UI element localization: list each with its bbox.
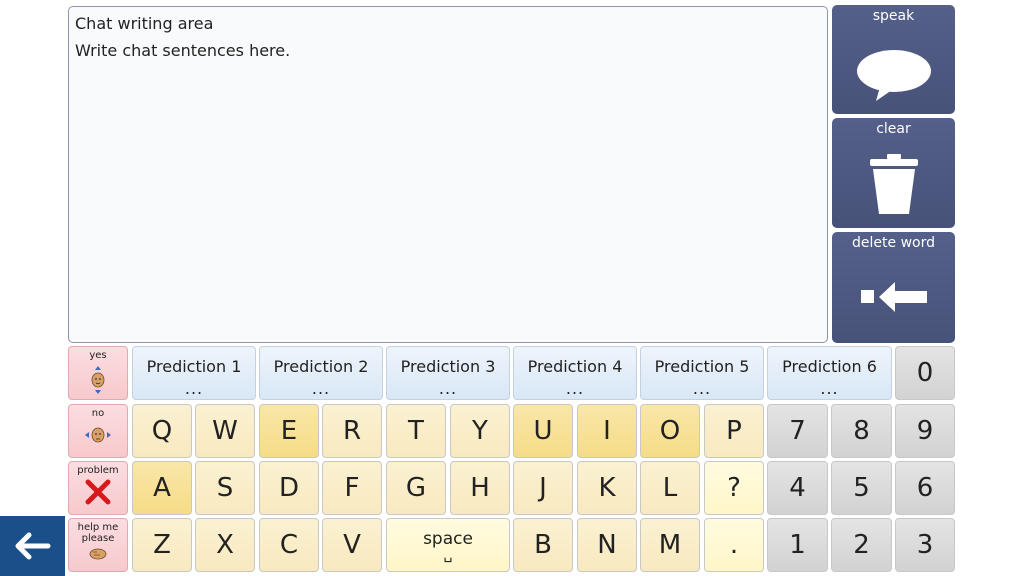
key-p[interactable]: P xyxy=(704,404,764,458)
help-me-please-button[interactable]: help me please xyxy=(68,518,128,572)
yes-button[interactable]: yes xyxy=(68,346,128,400)
clear-label: clear xyxy=(876,121,911,137)
trash-icon xyxy=(832,154,955,216)
prediction-label: Prediction 2 xyxy=(273,356,369,376)
nod-yes-icon xyxy=(91,366,105,394)
prediction-value: ... xyxy=(311,378,331,398)
prediction-label: Prediction 1 xyxy=(146,356,242,376)
chat-writing-area[interactable]: Chat writing area Write chat sentences h… xyxy=(68,6,828,343)
prediction-value: ... xyxy=(184,378,204,398)
speak-label: speak xyxy=(872,8,915,24)
key-b[interactable]: B xyxy=(513,518,573,572)
raised-hand-icon xyxy=(89,548,107,560)
prediction-4[interactable]: Prediction 4 ... xyxy=(513,346,637,400)
key-x[interactable]: X xyxy=(195,518,255,572)
key-2[interactable]: 2 xyxy=(831,518,892,572)
no-label: no xyxy=(91,408,105,419)
key-r[interactable]: R xyxy=(322,404,382,458)
key-f[interactable]: F xyxy=(322,461,382,515)
problem-label: problem xyxy=(77,465,119,476)
key-t[interactable]: T xyxy=(386,404,446,458)
key-m[interactable]: M xyxy=(640,518,700,572)
speak-button[interactable]: speak xyxy=(832,5,955,114)
key-9[interactable]: 9 xyxy=(895,404,955,458)
prediction-value: ... xyxy=(692,378,712,398)
prediction-3[interactable]: Prediction 3 ... xyxy=(386,346,510,400)
key-l[interactable]: L xyxy=(640,461,700,515)
prediction-value: ... xyxy=(820,378,839,398)
problem-button[interactable]: problem xyxy=(68,461,128,515)
key-j[interactable]: J xyxy=(513,461,573,515)
space-symbol-icon: ␣ xyxy=(443,547,453,563)
prediction-label: Prediction 6 xyxy=(782,356,877,376)
prediction-6[interactable]: Prediction 6 ... xyxy=(767,346,892,400)
key-a[interactable]: A xyxy=(132,461,192,515)
key-c[interactable]: C xyxy=(259,518,319,572)
key-4[interactable]: 4 xyxy=(767,461,828,515)
prediction-value: ... xyxy=(565,378,585,398)
arrow-left-icon xyxy=(15,532,50,560)
key-7[interactable]: 7 xyxy=(767,404,828,458)
yes-label: yes xyxy=(89,350,107,361)
red-cross-icon xyxy=(85,479,111,505)
key-5[interactable]: 5 xyxy=(831,461,892,515)
key-n[interactable]: N xyxy=(577,518,637,572)
key-g[interactable]: G xyxy=(386,461,446,515)
key-y[interactable]: Y xyxy=(450,404,510,458)
space-label: space xyxy=(423,529,473,549)
clear-button[interactable]: clear xyxy=(832,118,955,228)
backspace-icon xyxy=(832,280,955,314)
prediction-label: Prediction 4 xyxy=(527,356,623,376)
key-v[interactable]: V xyxy=(322,518,382,572)
chat-placeholder: Write chat sentences here. xyxy=(75,41,291,60)
key-0[interactable]: 0 xyxy=(895,346,955,400)
no-button[interactable]: no xyxy=(68,404,128,458)
speech-bubble-icon xyxy=(832,47,955,101)
key-3[interactable]: 3 xyxy=(895,518,955,572)
delete-word-button[interactable]: delete word xyxy=(832,232,955,343)
key-z[interactable]: Z xyxy=(132,518,192,572)
prediction-label: Prediction 3 xyxy=(400,356,496,376)
prediction-1[interactable]: Prediction 1 ... xyxy=(132,346,256,400)
key-k[interactable]: K xyxy=(577,461,637,515)
key-8[interactable]: 8 xyxy=(831,404,892,458)
key-s[interactable]: S xyxy=(195,461,255,515)
delete-word-label: delete word xyxy=(852,235,935,251)
key-6[interactable]: 6 xyxy=(895,461,955,515)
back-button[interactable] xyxy=(0,516,65,576)
key-e[interactable]: E xyxy=(259,404,319,458)
prediction-label: Prediction 5 xyxy=(654,356,750,376)
prediction-2[interactable]: Prediction 2 ... xyxy=(259,346,383,400)
key-period[interactable]: . xyxy=(704,518,764,572)
key-o[interactable]: O xyxy=(640,404,700,458)
space-key[interactable]: space ␣ xyxy=(386,518,510,572)
prediction-value: ... xyxy=(438,378,458,398)
key-q[interactable]: Q xyxy=(132,404,192,458)
key-u[interactable]: U xyxy=(513,404,573,458)
key-h[interactable]: H xyxy=(450,461,510,515)
key-i[interactable]: I xyxy=(577,404,637,458)
help-label: help me please xyxy=(77,522,119,544)
key-w[interactable]: W xyxy=(195,404,255,458)
key-d[interactable]: D xyxy=(259,461,319,515)
shake-no-icon xyxy=(85,427,111,443)
key-question-mark[interactable]: ? xyxy=(704,461,764,515)
key-1[interactable]: 1 xyxy=(767,518,828,572)
prediction-5[interactable]: Prediction 5 ... xyxy=(640,346,764,400)
chat-title: Chat writing area xyxy=(75,14,214,33)
